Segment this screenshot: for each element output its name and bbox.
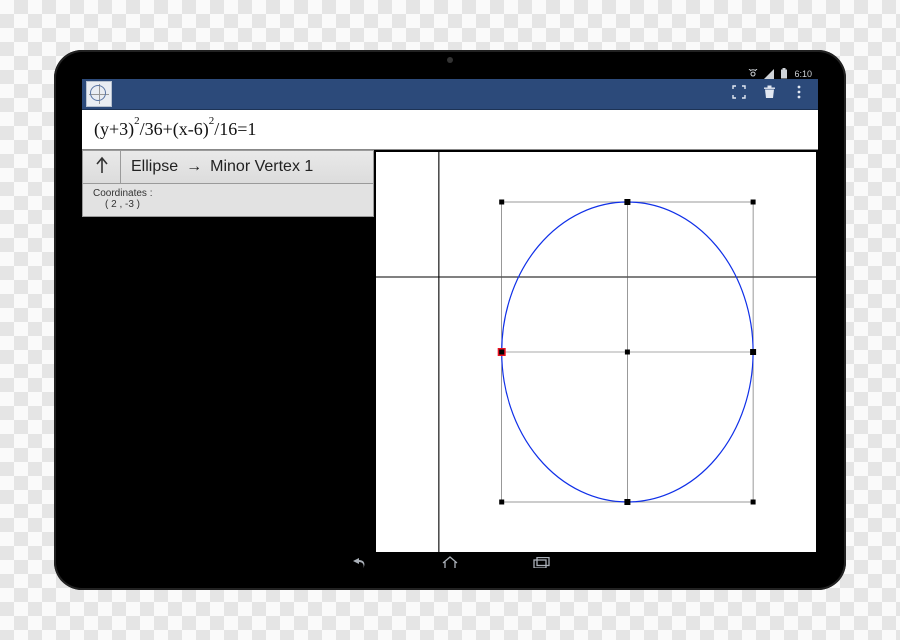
status-bar: 6:10 — [82, 68, 818, 79]
detail-value: ( 2 , -3 ) — [93, 199, 363, 210]
fullscreen-icon — [732, 85, 746, 104]
radio-icon — [748, 69, 758, 79]
arrow-separator: → — [186, 158, 202, 176]
solution-title: Ellipse → Minor Vertex 1 — [121, 158, 373, 176]
screen: 6:10 — [82, 68, 818, 568]
fullscreen-button[interactable] — [724, 79, 754, 109]
detail-label: Coordinates : — [93, 188, 363, 199]
overflow-button[interactable] — [784, 79, 814, 109]
back-button[interactable] — [347, 554, 369, 568]
signal-icon — [764, 69, 774, 79]
back-icon — [349, 556, 367, 569]
delete-button[interactable] — [754, 79, 784, 109]
action-bar — [82, 79, 818, 110]
battery-icon — [780, 68, 788, 79]
home-icon — [441, 556, 459, 569]
equation-text: (y+3)2/36+(x-6)2/16=1 — [94, 119, 256, 140]
solution-detail: Coordinates : ( 2 , -3 ) — [82, 184, 374, 217]
tablet-camera — [447, 57, 453, 63]
clock: 6:10 — [794, 69, 812, 79]
up-button[interactable] — [83, 151, 121, 183]
up-arrow-icon — [94, 156, 110, 179]
overflow-icon — [797, 85, 801, 104]
solution-panel: Ellipse → Minor Vertex 1 Coordinates : (… — [82, 150, 374, 554]
tablet-frame: 6:10 — [54, 50, 846, 590]
content-area: (y+3)2/36+(x-6)2/16=1 Ellipse — [82, 110, 818, 554]
ellipse-plot — [376, 152, 816, 552]
plot-area[interactable] — [376, 152, 816, 552]
solution-header[interactable]: Ellipse → Minor Vertex 1 — [82, 150, 374, 184]
plot-panel — [374, 150, 818, 554]
center-point — [625, 350, 630, 355]
recent-button[interactable] — [531, 554, 553, 568]
shape-label: Ellipse — [131, 158, 178, 176]
app-icon[interactable] — [86, 81, 112, 107]
nav-bar — [82, 554, 818, 568]
trash-icon — [763, 85, 776, 104]
recent-icon — [533, 556, 551, 568]
home-button[interactable] — [439, 554, 461, 568]
property-label: Minor Vertex 1 — [210, 158, 313, 176]
equation-input[interactable]: (y+3)2/36+(x-6)2/16=1 — [82, 110, 818, 150]
split-view: Ellipse → Minor Vertex 1 Coordinates : (… — [82, 150, 818, 554]
